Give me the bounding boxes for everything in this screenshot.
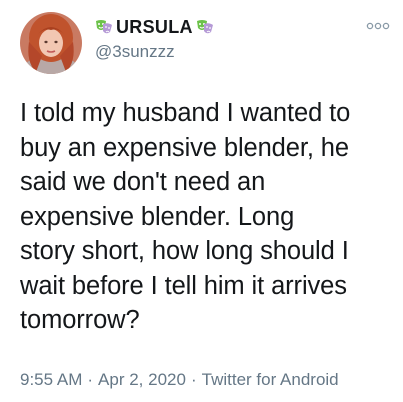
display-name-row: URSULA — [95, 14, 335, 40]
tweet-text: I told my husband I wanted to buy an exp… — [20, 99, 351, 334]
tweet-source[interactable]: Twitter for Android — [202, 370, 339, 390]
user-handle[interactable]: @3sunzzz — [95, 42, 335, 62]
tweet-header: URSULA @3sunzzz — [20, 12, 390, 74]
tweet-metadata: 9:55 AM · Apr 2, 2020 · Twitter for Android — [20, 370, 339, 390]
tweet-date[interactable]: Apr 2, 2020 — [98, 370, 186, 390]
separator-dot: · — [87, 370, 94, 389]
avatar[interactable] — [20, 12, 82, 74]
performing-arts-mask-icon — [95, 18, 113, 36]
separator-dot: · — [190, 370, 197, 389]
more-options-icon[interactable] — [366, 18, 390, 34]
performing-arts-mask-icon — [196, 18, 214, 36]
user-names: URSULA @3sunzzz — [95, 14, 335, 64]
avatar-image — [20, 12, 82, 74]
tweet-card: URSULA @3sunzzz I told my husband I want… — [0, 0, 403, 402]
tweet-time[interactable]: 9:55 AM — [20, 370, 82, 390]
display-name[interactable]: URSULA — [116, 17, 193, 38]
